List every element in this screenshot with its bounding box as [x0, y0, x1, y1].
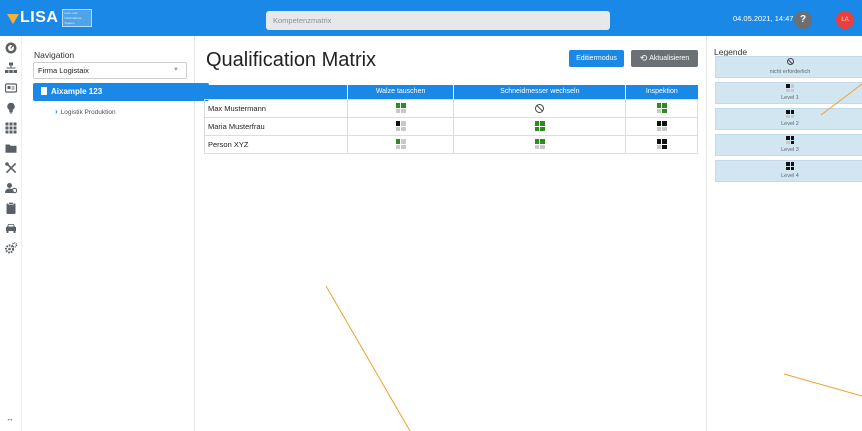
lisa-logo[interactable]: LISA Lern- und Informations- System: [7, 7, 93, 29]
level-3-icon: [786, 136, 794, 144]
legend-label: nicht erforderlich: [769, 69, 811, 75]
qualification-cell[interactable]: [453, 116, 627, 136]
qualification-cell[interactable]: [346, 98, 455, 118]
person-name-cell: Max Mustermann: [204, 98, 348, 118]
level-4-icon: [786, 162, 794, 170]
legend-symbol: [716, 57, 862, 69]
search-input[interactable]: Kompetenzmatrix: [266, 11, 610, 30]
level-2-icon: [786, 110, 794, 118]
column-header-schneidmesser: Schneidmesser wechseln: [453, 85, 627, 99]
level-1-icon: [395, 121, 406, 131]
top-bar: LISA Lern- und Informations- System Komp…: [0, 0, 862, 36]
legend-label: Level 4: [781, 173, 799, 179]
level-1-icon: [786, 84, 794, 92]
qualification-cell[interactable]: [625, 134, 698, 154]
legend-symbol: [716, 109, 862, 121]
qualification-cell[interactable]: [346, 134, 455, 154]
qualification-cell[interactable]: [453, 134, 627, 154]
level-1-icon: [395, 139, 406, 149]
column-header-inspektion: Inspektion: [625, 85, 698, 99]
logo-subtext: Lern- und Informations- System: [62, 9, 93, 27]
refresh-button-label: Aktualisieren: [649, 55, 690, 62]
datetime-display: 04.05.2021, 14:47: [733, 14, 794, 23]
qualification-matrix-table: Walze tauschen Schneidmesser wechseln In…: [204, 85, 698, 154]
nav-item-aixample[interactable]: Aixample 123: [33, 83, 209, 101]
car-icon[interactable]: [5, 222, 17, 234]
level-2-icon: [534, 139, 545, 149]
qualification-cell[interactable]: [453, 98, 627, 118]
level-3-icon: [656, 139, 667, 149]
icon-rail: ↔: [0, 36, 22, 431]
table-row: Max Mustermann: [204, 98, 698, 118]
legend-symbol: [716, 83, 862, 95]
legend-item: Level 1: [715, 82, 862, 104]
nav-item-logistik-produktion[interactable]: › Logistik Produktion: [55, 107, 116, 116]
undo-icon: ⟲: [639, 53, 648, 63]
org-chart-icon[interactable]: [5, 62, 17, 74]
folder-icon[interactable]: [5, 142, 17, 154]
legend-label: Level 3: [781, 147, 799, 153]
level-4-icon: [534, 121, 545, 131]
legend-item: nicht erforderlich: [715, 56, 862, 78]
qualification-cell[interactable]: [346, 116, 455, 136]
id-card-icon[interactable]: [5, 82, 17, 94]
settings-icon[interactable]: [5, 242, 17, 254]
not-required-icon: [535, 103, 545, 113]
help-button[interactable]: ?: [794, 11, 812, 29]
legend-symbol: [716, 161, 862, 173]
app-root: LISA Lern- und Informations- System Komp…: [0, 0, 862, 431]
clipboard-icon[interactable]: [5, 202, 17, 214]
document-icon: [41, 87, 47, 95]
legend-panel: Legende nicht erforderlich Level 1 Level 2…: [706, 36, 862, 431]
navigation-panel: Navigation Firma Logistaix ▼ Aixample 12…: [22, 36, 209, 431]
company-select[interactable]: Firma Logistaix ▼: [33, 62, 187, 79]
column-header-name: [204, 85, 348, 99]
company-select-value: Firma Logistaix: [38, 66, 89, 75]
nav-item-label: Logistik Produktion: [60, 109, 116, 116]
legend-item: Level 4: [715, 160, 862, 182]
chevron-down-icon: ▼: [173, 67, 179, 73]
qualification-cell[interactable]: [625, 98, 698, 118]
chevron-right-icon: ›: [55, 107, 58, 116]
dashboard-icon[interactable]: [5, 42, 17, 54]
legend-item: Level 2: [715, 108, 862, 130]
table-header-row: Walze tauschen Schneidmesser wechseln In…: [204, 85, 698, 99]
person-name-cell: Person XYZ: [204, 134, 348, 154]
expand-sidebar-icon[interactable]: ↔: [6, 414, 14, 423]
table-row: Person XYZ: [204, 134, 698, 154]
person-name-cell: Maria Musterfrau: [204, 116, 348, 136]
legend-label: Level 2: [781, 121, 799, 127]
legend-symbol: [716, 135, 862, 147]
main-content: Qualification Matrix Editiermodus ⟲ Aktua…: [196, 36, 706, 431]
navigation-title: Navigation: [34, 50, 75, 60]
edit-mode-button[interactable]: Editiermodus: [569, 50, 624, 67]
logo-text: LISA: [20, 9, 59, 26]
table-row: Maria Musterfrau: [204, 116, 698, 136]
user-settings-icon[interactable]: [5, 182, 17, 194]
logo-mark-icon: [7, 12, 19, 24]
grid-icon[interactable]: [5, 122, 17, 134]
level-3-icon: [656, 103, 667, 113]
legend-label: Level 1: [781, 95, 799, 101]
lightbulb-icon[interactable]: [5, 102, 17, 114]
not-required-icon: [786, 58, 794, 65]
column-header-walze: Walze tauschen: [347, 85, 455, 99]
page-title: Qualification Matrix: [206, 49, 377, 71]
qualification-cell[interactable]: [625, 116, 698, 136]
tools-icon[interactable]: [5, 162, 17, 174]
user-avatar[interactable]: LA: [836, 11, 854, 29]
legend-item: Level 3: [715, 134, 862, 156]
refresh-button[interactable]: ⟲ Aktualisieren: [631, 50, 698, 67]
level-2-icon: [656, 121, 667, 131]
nav-item-label: Aixample 123: [51, 87, 103, 96]
level-2-icon: [395, 103, 406, 113]
